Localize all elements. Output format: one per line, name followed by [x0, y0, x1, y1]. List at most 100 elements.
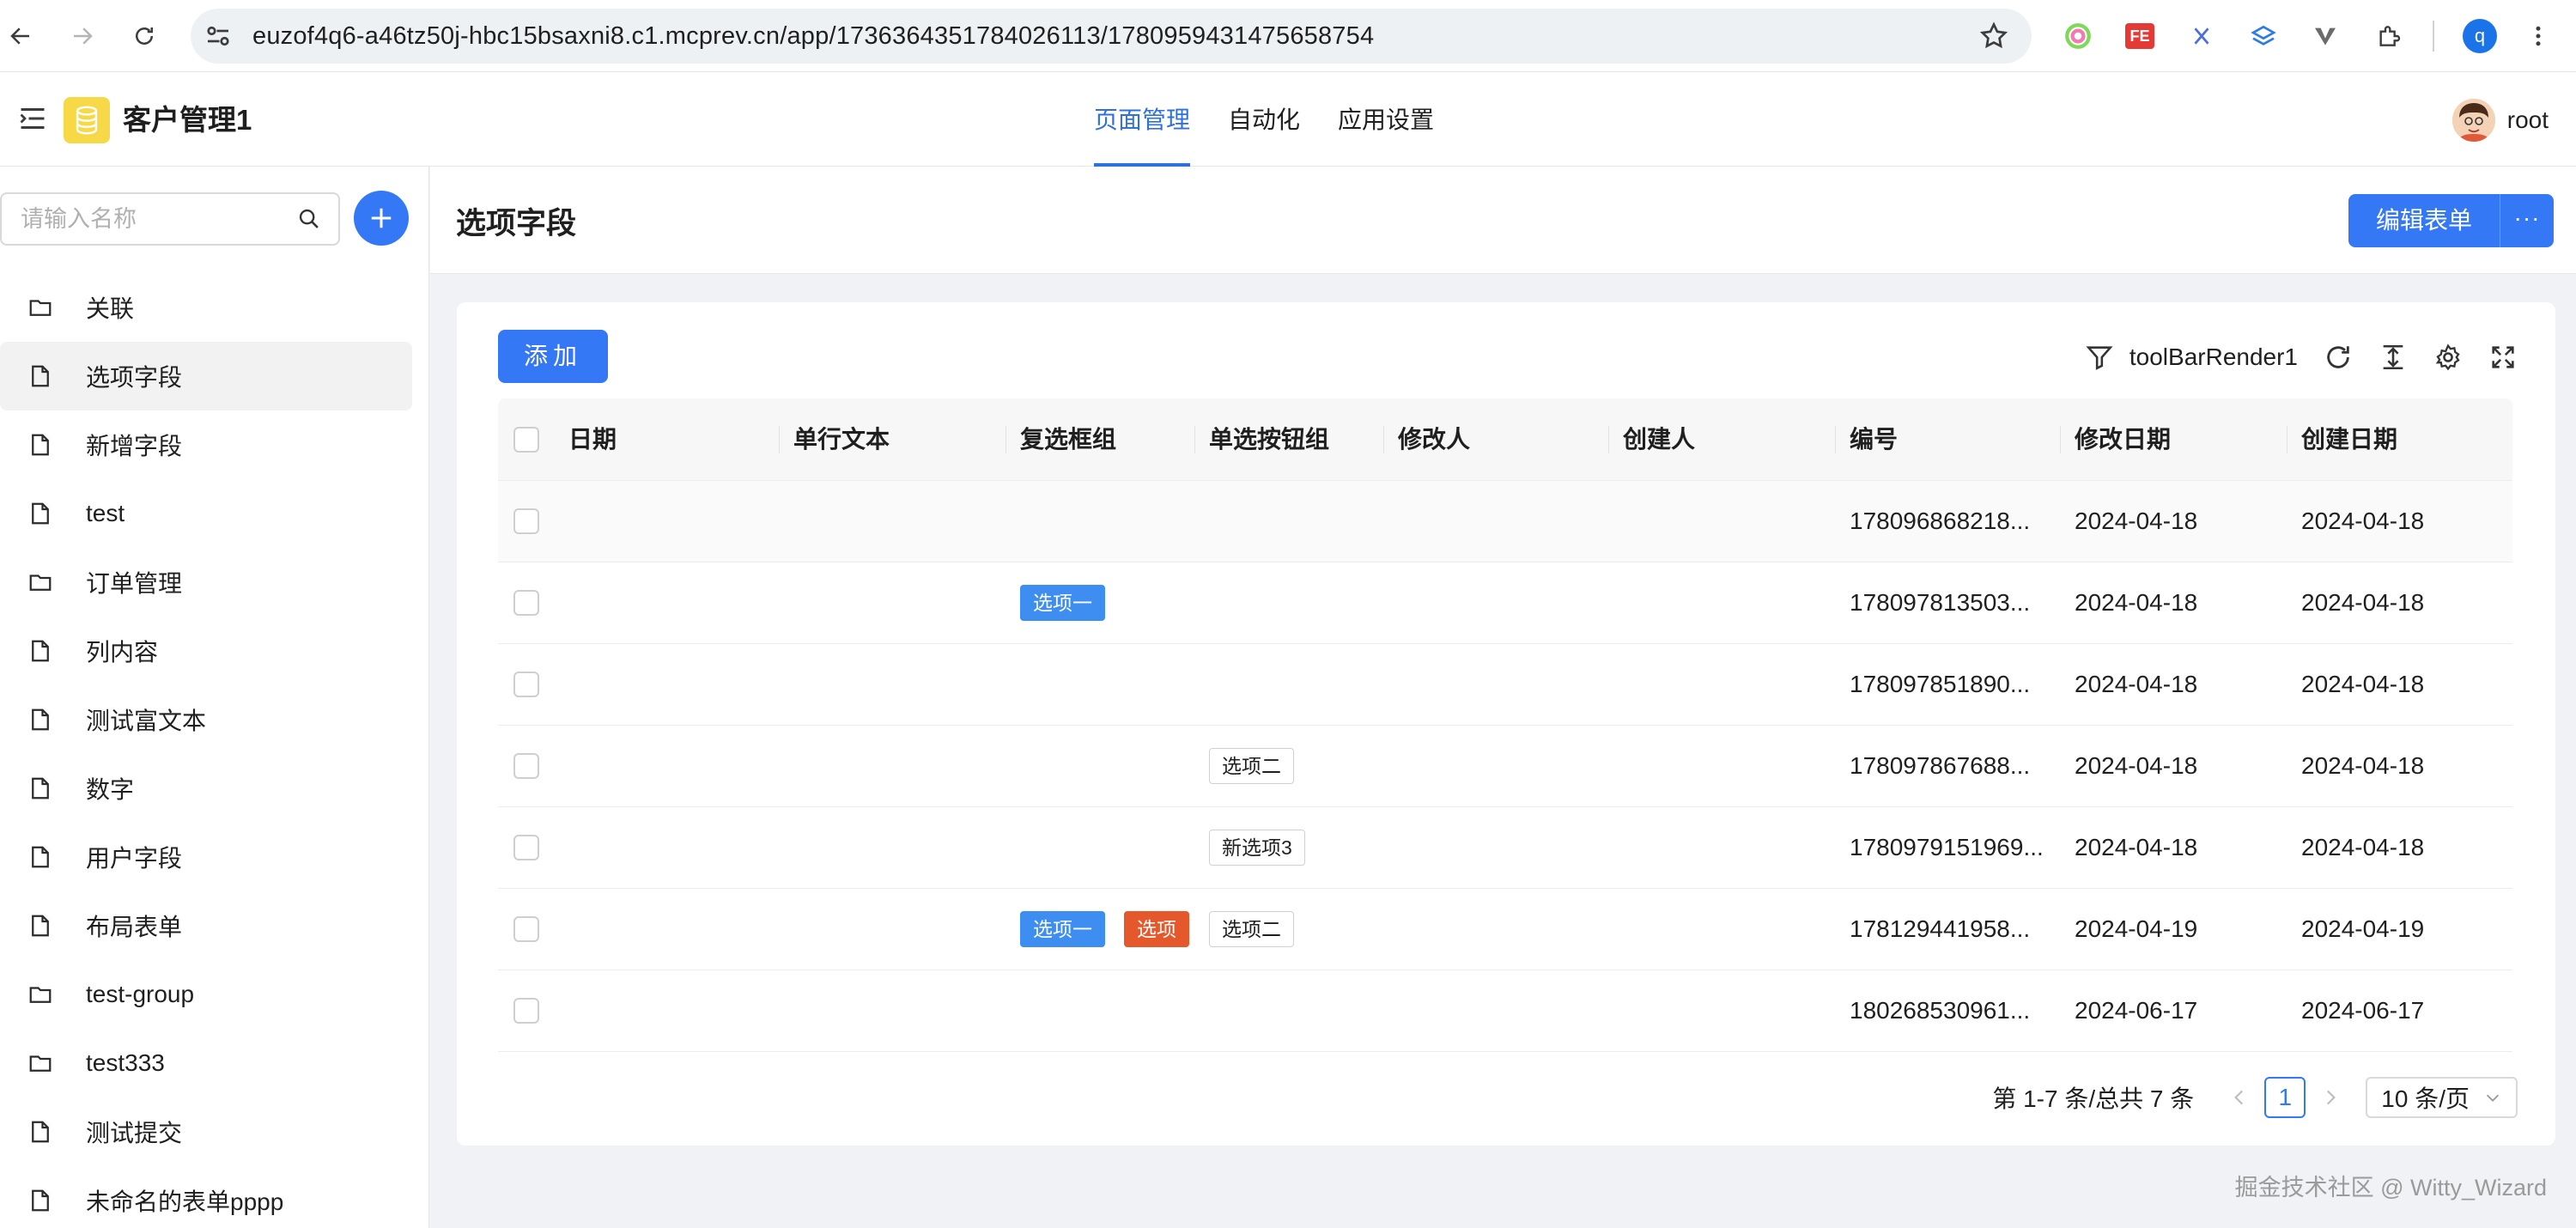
select-all-checkbox[interactable] — [513, 426, 539, 453]
table-row[interactable]: 选项一 选项 选项二 178129441958... 2024-04-19 20… — [498, 889, 2512, 970]
column-header-creator[interactable]: 创建人 — [1609, 398, 1836, 481]
user-name[interactable]: root — [2507, 106, 2549, 134]
sidebar-item-label: 用户字段 — [86, 845, 183, 872]
url-text[interactable]: euzof4q6-a46tz50j-hbc15bsaxni8.c1.mcprev… — [252, 9, 1374, 64]
cell-modifier — [1384, 807, 1609, 888]
search-input[interactable] — [21, 194, 278, 244]
sidebar-item-new-fields[interactable]: 新增字段 — [0, 410, 412, 479]
cell-modifier — [1384, 726, 1609, 806]
select-all-cell — [498, 398, 555, 480]
sidebar-item-order-management[interactable]: 订单管理 — [0, 548, 412, 617]
avatar[interactable] — [2451, 99, 2495, 142]
option-tag: 新选项3 — [1209, 830, 1305, 866]
cell-checkbox-group — [1006, 807, 1195, 888]
sidebar-item-untitled-form[interactable]: 未命名的表单pppp — [0, 1166, 412, 1228]
row-select-cell — [498, 481, 555, 562]
column-header-created-date[interactable]: 创建日期 — [2287, 398, 2512, 481]
sidebar-item-rich-text-test[interactable]: 测试富文本 — [0, 685, 412, 754]
sidebar-item-test[interactable]: test — [0, 479, 412, 548]
extension-button[interactable] — [2184, 19, 2219, 53]
cell-checkbox-group: 选项一 选项 — [1006, 889, 1195, 970]
table-row[interactable]: 178097851890... 2024-04-18 2024-04-18 — [498, 644, 2512, 726]
fullscreen-icon[interactable] — [2488, 343, 2518, 372]
column-header-modifier[interactable]: 修改人 — [1384, 398, 1609, 481]
sidebar-item-user-fields[interactable]: 用户字段 — [0, 823, 412, 891]
page-size-select[interactable]: 10 条/页 — [2366, 1077, 2518, 1118]
column-height-icon[interactable] — [2379, 343, 2408, 372]
browser-menu-button[interactable] — [2521, 19, 2555, 53]
extension-button[interactable] — [2246, 19, 2281, 53]
sidebar-item-option-fields[interactable]: 选项字段 — [0, 342, 412, 410]
row-checkbox[interactable] — [513, 753, 539, 779]
chevron-left-icon[interactable] — [2228, 1086, 2251, 1109]
sidebar-item-number[interactable]: 数字 — [0, 754, 412, 823]
sidebar-item-test-group[interactable]: test-group — [0, 960, 412, 1029]
sidebar-item-submit-test[interactable]: 测试提交 — [0, 1097, 412, 1166]
add-record-button[interactable]: 添加 — [498, 330, 608, 383]
settings-gear-icon[interactable] — [2433, 343, 2463, 372]
extension-button[interactable]: FE — [2123, 19, 2157, 53]
tab-page-management[interactable]: 页面管理 — [1075, 72, 1209, 167]
sidebar-item-layout-form[interactable]: 布局表单 — [0, 891, 412, 960]
page-button-current[interactable]: 1 — [2264, 1077, 2306, 1118]
fe-extension-icon: FE — [2125, 23, 2154, 49]
chevron-right-icon[interactable] — [2319, 1086, 2342, 1109]
table-row[interactable]: 新选项3 1780979151969... 2024-04-18 2024-04… — [498, 807, 2512, 889]
bookmark-star-icon[interactable] — [1978, 21, 2009, 52]
user-menu[interactable]: root — [2451, 98, 2549, 143]
v-extension-icon — [2315, 27, 2336, 46]
extension-button[interactable] — [2308, 19, 2342, 53]
option-tag: 选项二 — [1209, 911, 1294, 947]
filter-icon[interactable] — [2085, 343, 2114, 372]
column-header-checkbox-group[interactable]: 复选框组 — [1006, 398, 1195, 481]
sidebar-item-column-content[interactable]: 列内容 — [0, 617, 412, 685]
table-row[interactable]: 178096868218... 2024-04-18 2024-04-18 — [498, 481, 2512, 562]
row-select-cell — [498, 889, 555, 970]
row-checkbox[interactable] — [513, 508, 539, 534]
cell-number: 180268530961... — [1850, 997, 2031, 1024]
tab-app-settings[interactable]: 应用设置 — [1319, 72, 1453, 167]
row-checkbox[interactable] — [513, 916, 539, 942]
table-row[interactable]: 180268530961... 2024-06-17 2024-06-17 — [498, 970, 2512, 1052]
reload-button[interactable] — [124, 15, 165, 57]
site-settings-icon[interactable] — [203, 21, 234, 52]
extensions-menu-button[interactable] — [2372, 19, 2406, 53]
row-checkbox[interactable] — [513, 998, 539, 1024]
extension-button[interactable] — [2061, 19, 2095, 53]
column-header-date[interactable]: 日期 — [555, 398, 780, 481]
sidebar-item-association[interactable]: 关联 — [0, 273, 412, 342]
column-header-modified-date[interactable]: 修改日期 — [2061, 398, 2287, 481]
cell-created-date: 2024-04-18 — [2301, 671, 2425, 697]
forward-button[interactable] — [62, 15, 103, 57]
more-actions-button[interactable]: ··· — [2500, 194, 2554, 247]
search-icon[interactable] — [297, 207, 321, 231]
cell-created-date: 2024-06-17 — [2301, 997, 2425, 1024]
tab-automation[interactable]: 自动化 — [1209, 72, 1319, 167]
profile-avatar[interactable]: q — [2463, 19, 2497, 53]
table-row[interactable]: 选项二 178097867688... 2024-04-18 2024-04-1… — [498, 726, 2512, 807]
edit-form-button[interactable]: 编辑表单 — [2348, 194, 2500, 247]
row-checkbox[interactable] — [513, 672, 539, 697]
menu-fold-icon[interactable] — [17, 103, 48, 134]
sidebar-item-test333[interactable]: test333 — [0, 1029, 412, 1097]
page-header: 选项字段 编辑表单 ··· — [430, 167, 2576, 274]
address-bar[interactable]: euzof4q6-a46tz50j-hbc15bsaxni8.c1.mcprev… — [191, 9, 2032, 64]
column-header-single-line-text[interactable]: 单行文本 — [780, 398, 1006, 481]
column-header-radio-group[interactable]: 单选按钮组 — [1195, 398, 1384, 481]
pagination-summary: 第 1-7 条/总共 7 条 — [1992, 1085, 2195, 1112]
row-checkbox[interactable] — [513, 590, 539, 616]
back-button[interactable] — [0, 15, 41, 57]
sidebar-item-label: 未命名的表单pppp — [86, 1188, 284, 1215]
refresh-icon[interactable] — [2324, 343, 2353, 372]
add-page-button[interactable] — [354, 191, 409, 246]
table-row[interactable]: 选项一 178097813503... 2024-04-18 2024-04-1… — [498, 562, 2512, 644]
rainbow-circle-icon — [2065, 23, 2091, 49]
row-checkbox[interactable] — [513, 835, 539, 860]
cell-modified-date: 2024-04-18 — [2075, 834, 2198, 860]
file-icon — [32, 640, 49, 662]
cell-creator — [1609, 562, 1836, 643]
option-tag: 选项 — [1124, 911, 1189, 947]
file-icon — [32, 777, 49, 799]
column-header-number[interactable]: 编号 — [1836, 398, 2061, 481]
sidebar-search[interactable] — [0, 192, 340, 246]
